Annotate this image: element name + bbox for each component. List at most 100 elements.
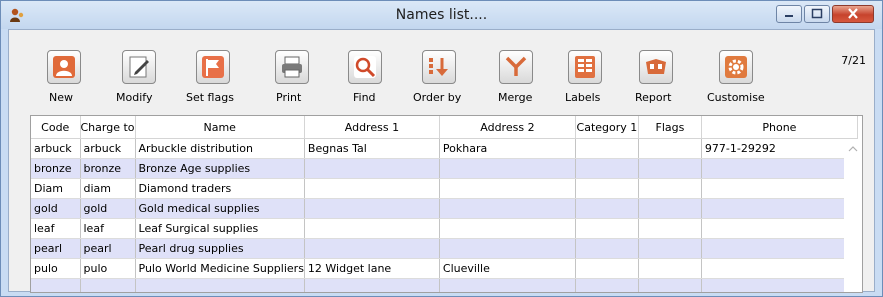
customise-button[interactable]: Customise — [705, 50, 767, 110]
table-cell — [575, 178, 639, 199]
person-icon — [47, 50, 81, 84]
labels-label: Labels — [565, 91, 601, 104]
table-cell — [638, 258, 702, 279]
table-cell — [31, 278, 81, 292]
set-flags-button[interactable]: Set flags — [184, 50, 244, 110]
toolbar: New Modify Set flags Print Find Order by… — [9, 30, 874, 114]
column-header[interactable]: Phone — [701, 116, 858, 139]
table-cell — [439, 218, 576, 239]
vertical-scrollbar[interactable] — [844, 139, 862, 292]
table-cell — [304, 218, 440, 239]
modify-label: Modify — [116, 91, 153, 104]
table-row[interactable]: gold gold Gold medical supplies — [31, 198, 858, 219]
table-cell — [701, 158, 858, 179]
labels-button[interactable]: Labels — [562, 50, 606, 110]
modify-button[interactable]: Modify — [112, 50, 172, 110]
table-cell: bronze — [80, 158, 136, 179]
new-button[interactable]: New — [37, 50, 93, 110]
close-icon — [848, 8, 858, 19]
column-header[interactable]: Name — [135, 116, 305, 139]
table-cell — [304, 238, 440, 259]
column-header[interactable]: Address 1 — [304, 116, 440, 139]
table-cell — [638, 278, 702, 292]
client-area: New Modify Set flags Print Find Order by… — [8, 29, 875, 293]
table-cell — [638, 198, 702, 219]
table-cell: pearl — [31, 238, 81, 259]
table-cell — [80, 278, 136, 292]
table-cell — [701, 178, 858, 199]
table-row[interactable]: leaf leaf Leaf Surgical supplies — [31, 218, 858, 239]
table-cell: Clueville — [439, 258, 576, 279]
table-cell — [135, 278, 305, 292]
set-flags-label: Set flags — [186, 91, 234, 104]
printer-icon — [275, 50, 309, 84]
report-icon — [639, 50, 673, 84]
table-cell — [439, 198, 576, 219]
table-cell: Pearl drug supplies — [135, 238, 305, 259]
title-bar[interactable]: Names list.... — [1, 1, 882, 29]
column-header[interactable]: Code — [31, 116, 81, 139]
report-button[interactable]: Report — [633, 50, 677, 110]
report-label: Report — [635, 91, 672, 104]
table-cell — [575, 278, 639, 292]
print-label: Print — [276, 91, 302, 104]
scroll-up-arrow-icon[interactable] — [848, 145, 858, 153]
find-button[interactable]: Find — [341, 50, 385, 110]
table-row[interactable]: pearl pearl Pearl drug supplies — [31, 238, 858, 259]
table-cell — [304, 178, 440, 199]
table-cell — [439, 158, 576, 179]
table-cell — [575, 138, 639, 159]
table-cell — [701, 238, 858, 259]
find-label: Find — [353, 91, 376, 104]
column-header[interactable]: Address 2 — [439, 116, 576, 139]
pencil-document-icon — [122, 50, 156, 84]
table-cell — [638, 178, 702, 199]
table-cell — [439, 178, 576, 199]
table-cell: gold — [31, 198, 81, 219]
print-button[interactable]: Print — [269, 50, 309, 110]
window-controls — [774, 5, 874, 23]
order-by-button[interactable]: Order by — [412, 50, 466, 110]
table-cell: 977-1-29292 — [701, 138, 858, 159]
table-cell — [304, 198, 440, 219]
names-table: Code Charge to Name Address 1 Address 2 Categ… — [30, 115, 863, 293]
maximize-button[interactable] — [804, 5, 830, 23]
table-row[interactable]: arbuck arbuck Arbuckle distribution Begnas … — [31, 138, 858, 159]
column-header[interactable]: Charge to — [80, 116, 136, 139]
table-cell: pulo — [31, 258, 81, 279]
column-header[interactable]: Flags — [638, 116, 702, 139]
table-header: Code Charge to Name Address 1 Address 2 Categ… — [31, 116, 858, 139]
table-cell — [439, 238, 576, 259]
table-cell: 12 Widget lane — [304, 258, 440, 279]
table-row[interactable]: pulo pulo Pulo World Medicine Suppliers 12 … — [31, 258, 858, 279]
table-cell — [701, 258, 858, 279]
close-button[interactable] — [832, 5, 874, 23]
table-cell: Bronze Age supplies — [135, 158, 305, 179]
table-row[interactable] — [31, 278, 858, 292]
labels-icon — [568, 50, 602, 84]
table-row[interactable]: Diam diam Diamond traders — [31, 178, 858, 199]
table-row[interactable]: bronze bronze Bronze Age supplies — [31, 158, 858, 179]
column-header[interactable]: Category 1 — [575, 116, 639, 139]
names-table-grid: Code Charge to Name Address 1 Address 2 Categ… — [31, 116, 858, 292]
table-cell — [575, 198, 639, 219]
table-cell: leaf — [80, 218, 136, 239]
table-cell — [575, 238, 639, 259]
table-cell — [575, 258, 639, 279]
customise-label: Customise — [707, 91, 765, 104]
table-cell: Pokhara — [439, 138, 576, 159]
cog-icon — [719, 50, 753, 84]
table-cell: leaf — [31, 218, 81, 239]
merge-label: Merge — [498, 91, 533, 104]
order-by-label: Order by — [413, 91, 462, 104]
table-cell — [638, 138, 702, 159]
flag-icon — [196, 50, 230, 84]
table-cell — [638, 218, 702, 239]
table-cell — [701, 218, 858, 239]
minimize-button[interactable] — [776, 5, 802, 23]
table-cell: Leaf Surgical supplies — [135, 218, 305, 239]
table-cell — [304, 278, 440, 292]
merge-button[interactable]: Merge — [493, 50, 537, 110]
table-cell: gold — [80, 198, 136, 219]
magnifier-icon — [348, 50, 382, 84]
